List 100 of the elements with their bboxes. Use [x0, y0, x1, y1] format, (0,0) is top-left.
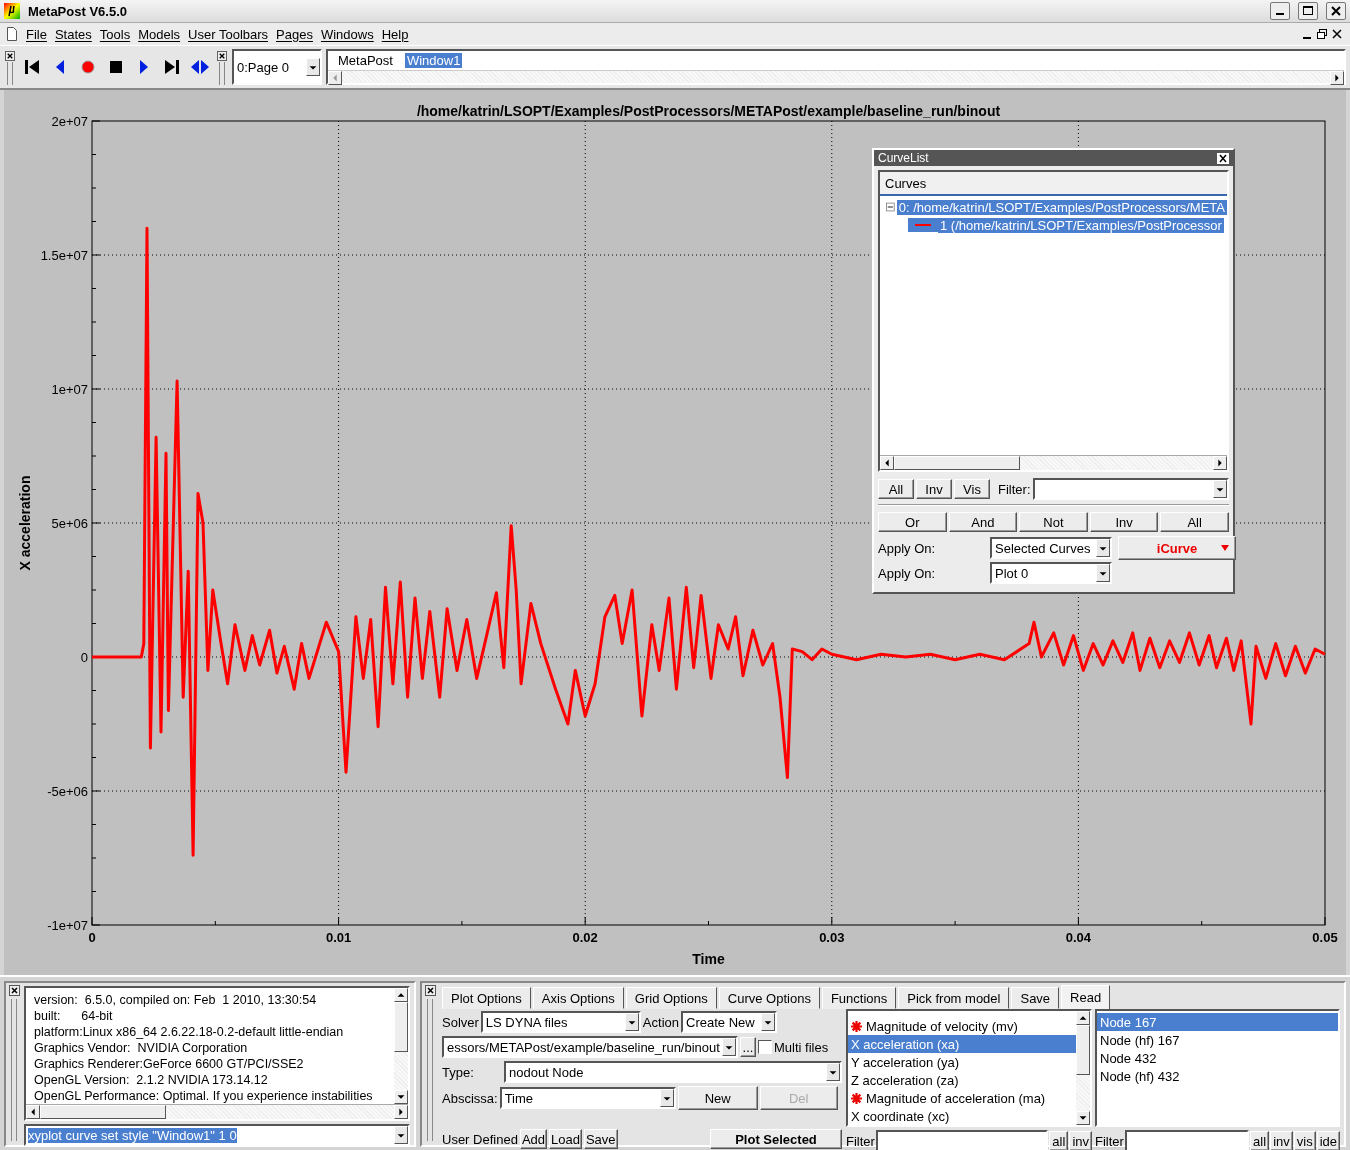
close-icon[interactable] [1217, 152, 1229, 164]
abscissa-dropdown[interactable]: Time [499, 1087, 676, 1109]
restore-icon[interactable] [1315, 28, 1329, 40]
component-item[interactable]: Magnitude of acceleration (ma) [848, 1089, 1076, 1107]
scroll-left-icon[interactable] [880, 456, 894, 470]
tree-item[interactable]: 1 (/home/katrin/LSOPT/Examples/PostProcessor [938, 217, 1224, 233]
filter-button[interactable]: inv [1069, 1131, 1092, 1150]
scrollbar-thumb[interactable] [1076, 1025, 1090, 1075]
document-icon[interactable] [6, 27, 18, 41]
filter-label: Filter [846, 1133, 875, 1149]
console-line: OpenGL Performance: Optimal. If you experience instabilities [34, 1088, 374, 1104]
icurve-button[interactable]: iCurve [1118, 536, 1236, 560]
logic-button[interactable]: Not [1019, 512, 1088, 532]
y-tick-label: 5e+06 [51, 516, 88, 531]
menu-item[interactable]: User Toolbars [188, 26, 269, 42]
scroll-right-icon[interactable] [1213, 456, 1227, 470]
entity-item[interactable]: Node 167 [1097, 1013, 1338, 1031]
menu-item[interactable]: Tools [99, 26, 131, 42]
command-field[interactable]: xyplot curve set style "Window1" 1 0 [24, 1124, 410, 1146]
apply-on-dropdown[interactable]: Plot 0 [990, 562, 1112, 584]
console-line: Graphics Vendor: NVIDIA Corporation [34, 1040, 249, 1056]
entity-item[interactable]: Node 432 [1097, 1049, 1338, 1067]
scroll-down-icon[interactable] [1076, 1111, 1090, 1125]
tab[interactable]: Save [1011, 987, 1060, 1009]
window-tab[interactable]: Window1 [404, 53, 463, 68]
scroll-down-icon[interactable] [394, 1090, 408, 1104]
menu-item[interactable]: Help [381, 26, 409, 42]
entity-item[interactable]: Node (hf) 167 [1097, 1031, 1338, 1049]
menu-item[interactable]: States [54, 26, 92, 42]
filter-button[interactable]: All [878, 479, 914, 499]
user-defined-button[interactable]: Add [519, 1129, 547, 1149]
filter-field[interactable] [1124, 1130, 1250, 1150]
filter-button[interactable]: all [1049, 1131, 1069, 1150]
multi-files-checkbox[interactable] [758, 1040, 772, 1054]
logic-button[interactable]: Or [878, 512, 947, 532]
menu-item[interactable]: Pages [276, 26, 313, 42]
minimize-icon[interactable] [1270, 2, 1290, 20]
apply-on-dropdown[interactable]: Selected Curves [990, 537, 1112, 559]
component-item[interactable]: Magnitude of velocity (mv) [848, 1017, 1076, 1035]
logic-button[interactable]: All [1160, 512, 1229, 532]
tab[interactable]: Read [1061, 985, 1111, 1009]
collapse-icon[interactable] [886, 202, 895, 212]
entity-item[interactable]: Node (hf) 432 [1097, 1067, 1338, 1085]
x-tick-label: 0.05 [1312, 930, 1338, 945]
filter-button[interactable]: all [1250, 1131, 1270, 1150]
filter-button[interactable]: Inv [916, 479, 952, 499]
scroll-right-icon[interactable] [394, 1105, 408, 1119]
filter-button[interactable]: vis [1293, 1131, 1316, 1150]
window-tab[interactable]: MetaPost [336, 53, 395, 68]
apply-on-label: Apply On: [878, 540, 937, 556]
chart-title: /home/katrin/LSOPT/Examples/PostProcessors/METAPost/example/baseline_run/binout [416, 103, 1001, 119]
close-icon[interactable] [1326, 2, 1346, 20]
browse-button[interactable]: ... [740, 1037, 756, 1057]
tab[interactable]: Grid Options [625, 987, 717, 1009]
component-item[interactable]: X coordinate (xc) [848, 1107, 1076, 1125]
scroll-up-icon[interactable] [1076, 1011, 1090, 1025]
logic-button[interactable]: Inv [1089, 512, 1159, 532]
filter-field[interactable] [875, 1130, 1049, 1150]
component-item[interactable]: Z acceleration (za) [848, 1071, 1076, 1089]
tab[interactable]: Plot Options [442, 987, 531, 1009]
menu-item[interactable]: Windows [320, 26, 374, 42]
tab[interactable]: Pick from model [898, 987, 1010, 1009]
x-tick-label: 0.03 [819, 930, 845, 945]
tab[interactable]: Axis Options [532, 987, 624, 1009]
close-icon[interactable] [217, 51, 227, 61]
scroll-right-icon[interactable] [1330, 71, 1344, 85]
close-icon[interactable] [5, 51, 15, 61]
scrollbar-thumb[interactable] [40, 1105, 166, 1119]
close-icon[interactable] [1330, 28, 1344, 40]
plot-selected-button[interactable]: Plot Selected [710, 1129, 842, 1149]
scrollbar-thumb[interactable] [894, 456, 1020, 470]
filter-button[interactable]: inv [1270, 1131, 1293, 1150]
user-defined-button[interactable]: Save [583, 1129, 618, 1149]
action-dropdown[interactable]: Create New [681, 1011, 777, 1033]
close-icon[interactable] [8, 985, 20, 996]
apply-on-label: Apply On: [878, 565, 937, 581]
tab[interactable]: Functions [821, 987, 897, 1009]
user-defined-button[interactable]: Load [549, 1129, 582, 1149]
component-item[interactable]: X acceleration (xa) [848, 1035, 1076, 1053]
multi-files-label: Multi files [774, 1039, 829, 1055]
type-dropdown[interactable]: nodout Node [504, 1061, 842, 1083]
page-dropdown[interactable]: 0:Page 0 [232, 49, 322, 85]
menu-item[interactable]: File [26, 26, 47, 42]
component-item[interactable]: Y acceleration (ya) [848, 1053, 1076, 1071]
filter-button[interactable]: Vis [954, 479, 990, 499]
close-icon[interactable] [424, 985, 436, 996]
new-button[interactable]: New [677, 1086, 758, 1110]
scroll-up-icon[interactable] [394, 988, 408, 1002]
scroll-left-icon[interactable] [26, 1105, 40, 1119]
file-path-dropdown[interactable]: essors/METAPost/example/baseline_run/binout [442, 1036, 738, 1058]
scrollbar-thumb[interactable] [394, 1002, 408, 1052]
solver-dropdown[interactable]: LS DYNA files [480, 1011, 641, 1033]
tree-item[interactable]: 0: /home/katrin/LSOPT/Examples/PostProcessors/META [896, 199, 1227, 215]
filter-button[interactable]: ide [1316, 1131, 1340, 1150]
menu-item[interactable]: Models [138, 26, 181, 42]
logic-button[interactable]: And [948, 512, 1018, 532]
filter-field[interactable] [1032, 478, 1229, 500]
scroll-left-icon[interactable] [328, 71, 342, 85]
maximize-icon[interactable] [1298, 2, 1318, 20]
tab[interactable]: Curve Options [718, 987, 820, 1009]
